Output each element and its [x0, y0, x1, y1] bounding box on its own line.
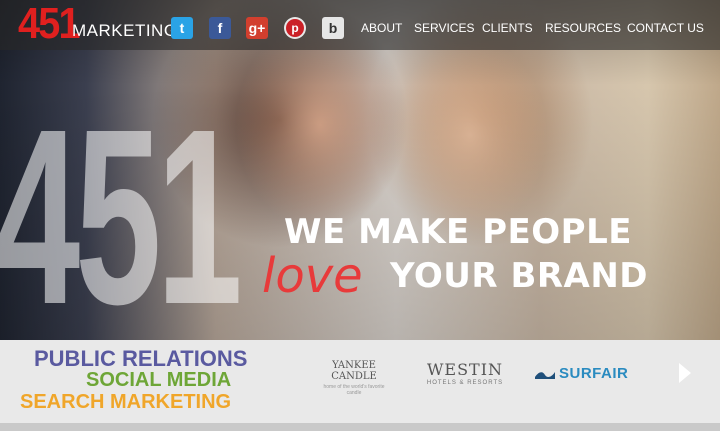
services-client-band: PUBLIC RELATIONS SOCIAL MEDIA SEARCH MAR…	[0, 340, 720, 423]
logo-word[interactable]: MARKETING	[72, 21, 178, 41]
facebook-icon[interactable]: f	[209, 17, 231, 39]
nav-clients[interactable]: CLIENTS	[482, 21, 533, 35]
twitter-icon[interactable]: t	[171, 17, 193, 39]
blog-icon[interactable]: b	[322, 17, 344, 39]
hero-big-number: 451	[0, 77, 243, 356]
westin-sub: HOTELS & RESORTS	[426, 380, 504, 386]
tagline-line2: YOUR BRAND	[390, 256, 649, 296]
nav-services[interactable]: SERVICES	[414, 21, 474, 35]
westin-name: WESTIN	[426, 360, 504, 379]
logo-number[interactable]: 451	[18, 2, 80, 46]
yankee-name-1: YANKEE	[332, 360, 376, 371]
wave-icon	[535, 371, 555, 379]
top-navbar: 451 MARKETING t f g+ p b ABOUT SERVICES …	[0, 0, 720, 50]
google-plus-icon[interactable]: g+	[246, 17, 268, 39]
pinterest-icon[interactable]: p	[284, 17, 306, 39]
page-bottom-strip	[0, 423, 720, 431]
nav-contact-us[interactable]: CONTACT US	[627, 21, 704, 35]
service-social-media[interactable]: SOCIAL MEDIA	[86, 369, 231, 392]
surfair-name: SURFAIR	[559, 365, 629, 382]
yankee-sub: home of the world's favorite candle	[323, 384, 385, 396]
client-logo-surfair[interactable]: SURFAIR	[535, 365, 628, 382]
tagline-line1: WE MAKE PEOPLE	[284, 212, 632, 252]
nav-about[interactable]: ABOUT	[361, 21, 402, 35]
service-search-marketing[interactable]: SEARCH MARKETING	[20, 391, 231, 414]
client-logo-yankee-candle[interactable]: YANKEE CANDLE home of the world's favori…	[318, 360, 390, 396]
carousel-next-arrow-icon[interactable]	[679, 363, 691, 383]
yankee-name-2: CANDLE	[331, 371, 377, 382]
tagline-love: love	[262, 248, 363, 304]
client-logo-westin[interactable]: WESTIN HOTELS & RESORTS	[418, 360, 512, 386]
nav-resources[interactable]: RESOURCES	[545, 21, 621, 35]
